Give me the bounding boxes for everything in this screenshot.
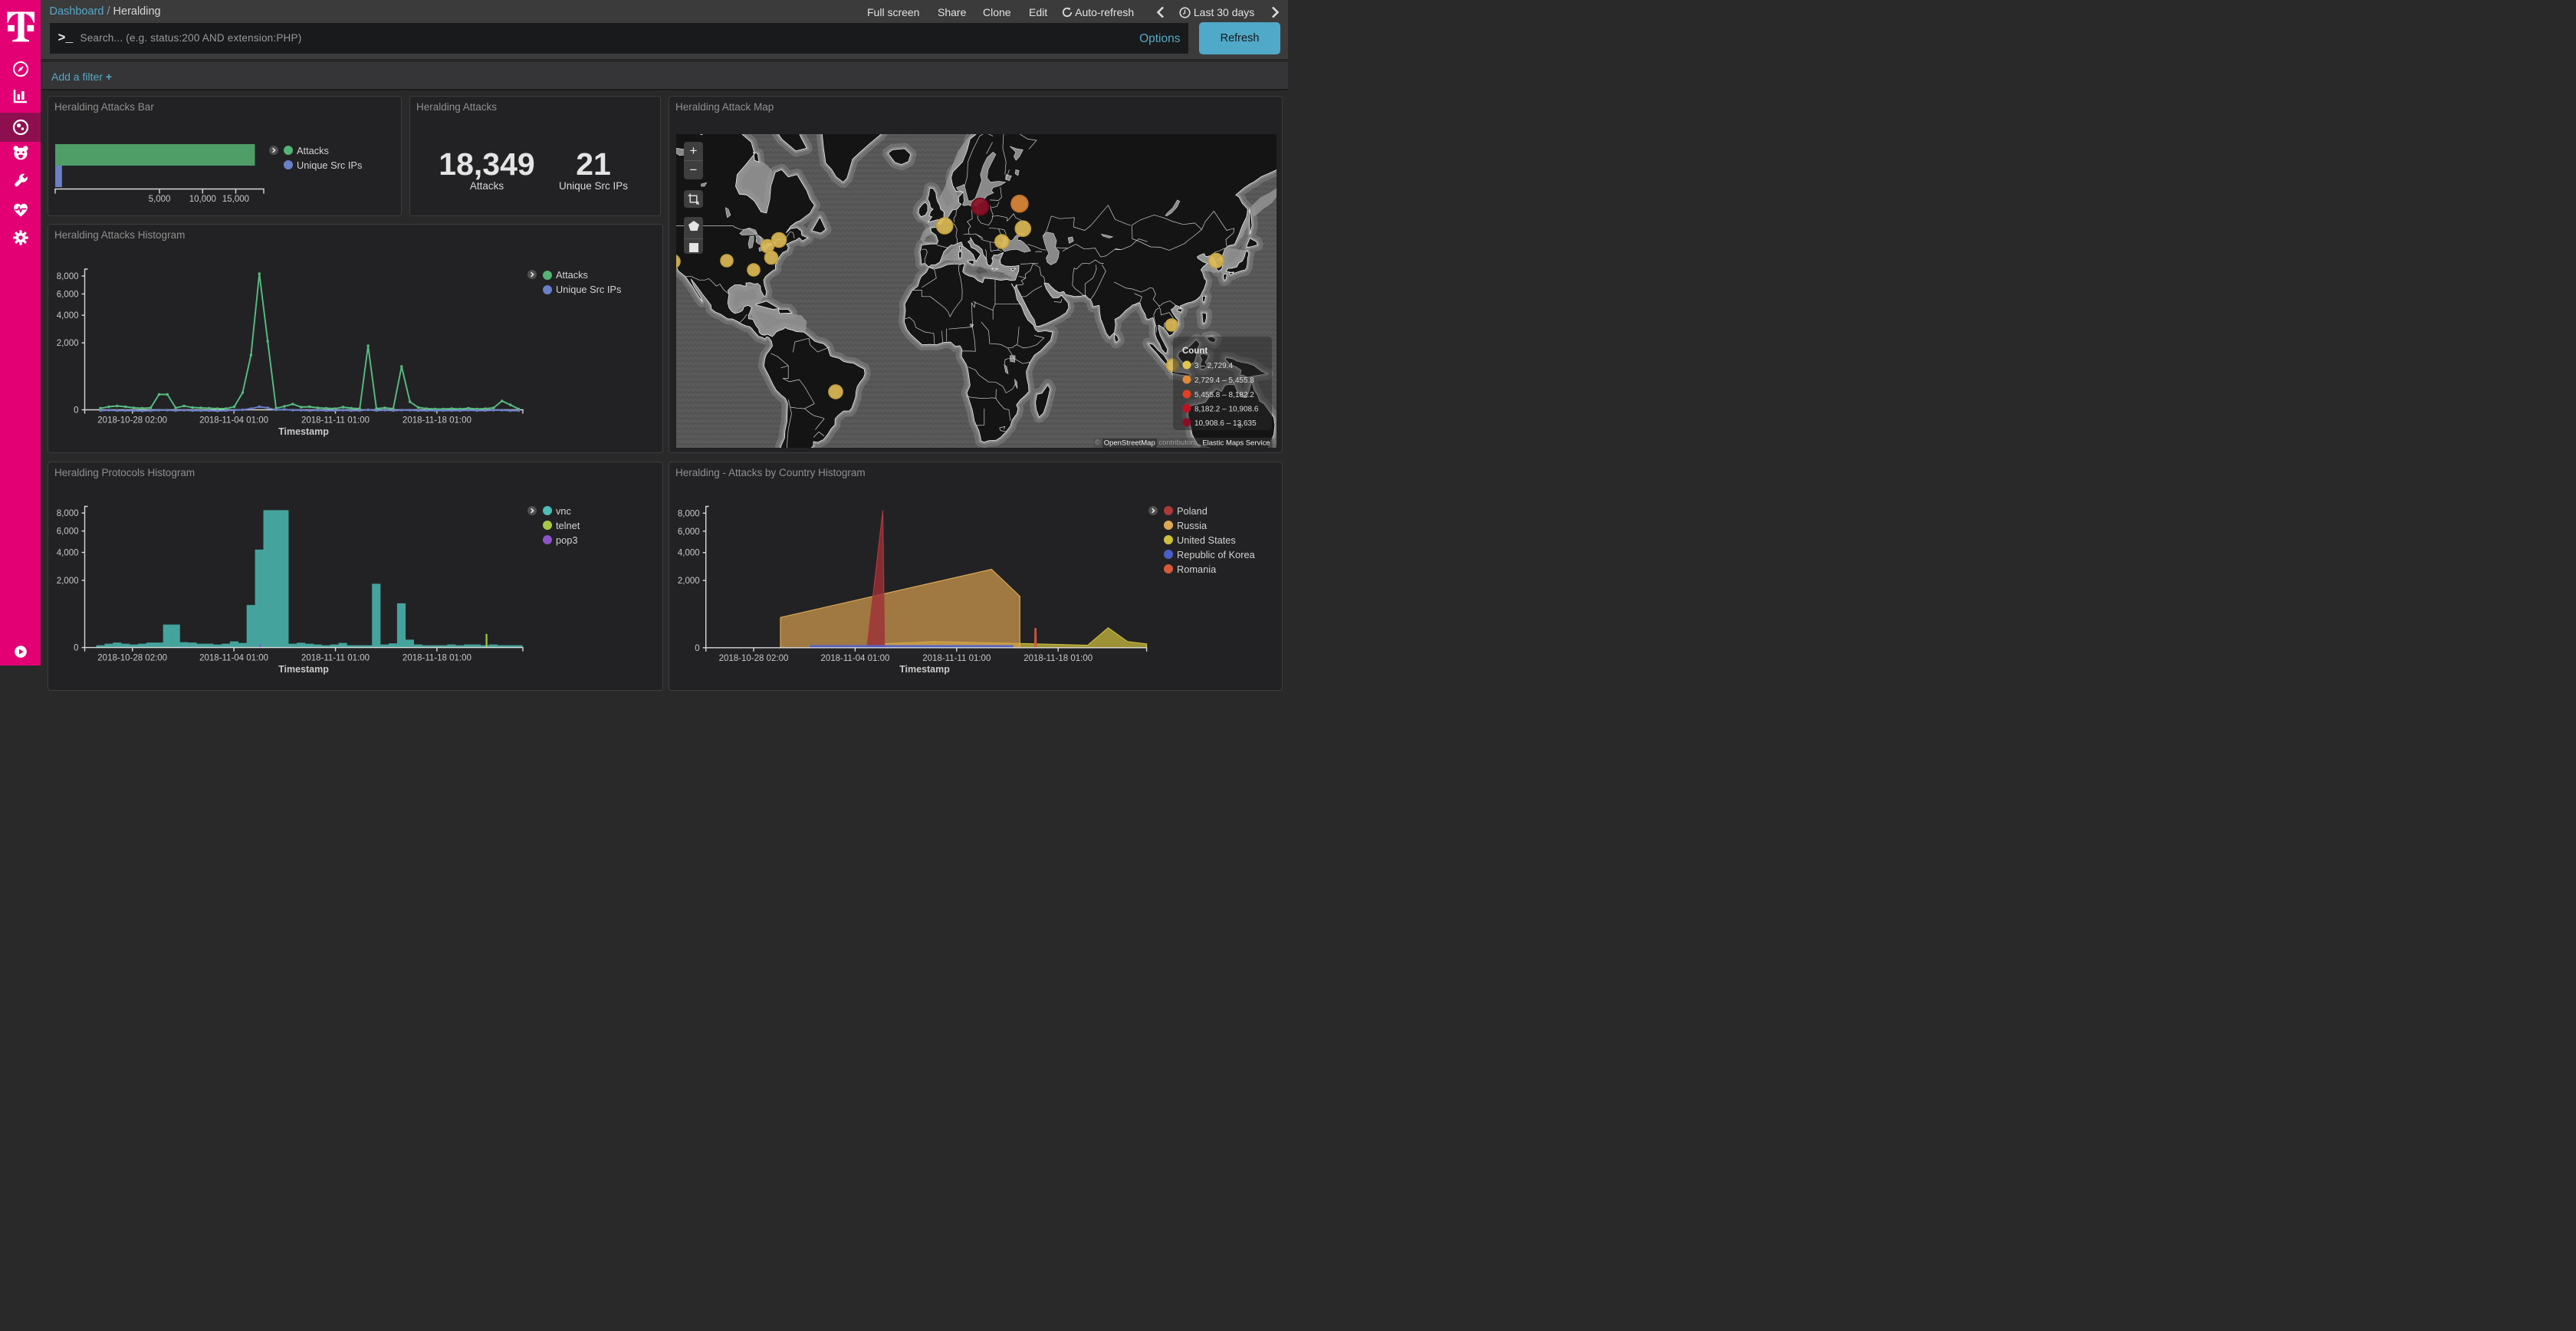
svg-text:6,000: 6,000 [57, 527, 79, 536]
svg-text:5,000: 5,000 [149, 195, 171, 204]
svg-text:2018-10-28 02:00: 2018-10-28 02:00 [97, 653, 167, 662]
svg-text:2018-11-18 01:00: 2018-11-18 01:00 [402, 416, 472, 426]
svg-text:2,000: 2,000 [57, 339, 79, 348]
svg-text:2018-10-28 02:00: 2018-10-28 02:00 [719, 653, 789, 662]
svg-text:2018-10-28 02:00: 2018-10-28 02:00 [97, 416, 167, 426]
svg-text:2018-11-11 01:00: 2018-11-11 01:00 [301, 653, 370, 662]
svg-text:2018-11-04 01:00: 2018-11-04 01:00 [820, 653, 889, 662]
svg-text:2018-11-18 01:00: 2018-11-18 01:00 [1024, 653, 1092, 662]
svg-text:4,000: 4,000 [57, 311, 79, 320]
svg-text:2018-11-04 01:00: 2018-11-04 01:00 [199, 653, 268, 662]
svg-text:8,000: 8,000 [57, 272, 79, 281]
svg-text:8,182.2 – 10,908.6: 8,182.2 – 10,908.6 [1194, 406, 1259, 414]
svg-text:10,000: 10,000 [189, 195, 216, 204]
svg-text:2018-11-11 01:00: 2018-11-11 01:00 [922, 653, 991, 662]
svg-text:3 – 2,729.4: 3 – 2,729.4 [1194, 362, 1233, 370]
svg-text:2018-11-04 01:00: 2018-11-04 01:00 [199, 416, 268, 426]
svg-text:2,000: 2,000 [57, 576, 79, 585]
svg-text:5,455.8 – 8,182.2: 5,455.8 – 8,182.2 [1194, 391, 1254, 399]
svg-text:10,908.6 – 13,635: 10,908.6 – 13,635 [1194, 419, 1257, 428]
svg-text:15,000: 15,000 [222, 195, 249, 204]
svg-text:4,000: 4,000 [678, 548, 700, 557]
svg-text:2,000: 2,000 [678, 577, 700, 586]
svg-text:2,729.4 – 5,455.8: 2,729.4 – 5,455.8 [1194, 376, 1254, 385]
svg-text:6,000: 6,000 [57, 290, 79, 299]
svg-text:0: 0 [74, 643, 78, 652]
svg-text:0: 0 [74, 406, 78, 416]
svg-text:8,000: 8,000 [57, 509, 79, 518]
svg-text:Count: Count [1182, 347, 1208, 356]
svg-text:2018-11-18 01:00: 2018-11-18 01:00 [402, 653, 472, 662]
svg-text:8,000: 8,000 [678, 509, 700, 518]
svg-text:4,000: 4,000 [57, 548, 79, 557]
svg-text:0: 0 [695, 643, 699, 652]
svg-text:2018-11-11 01:00: 2018-11-11 01:00 [301, 416, 370, 426]
svg-text:6,000: 6,000 [678, 527, 700, 536]
